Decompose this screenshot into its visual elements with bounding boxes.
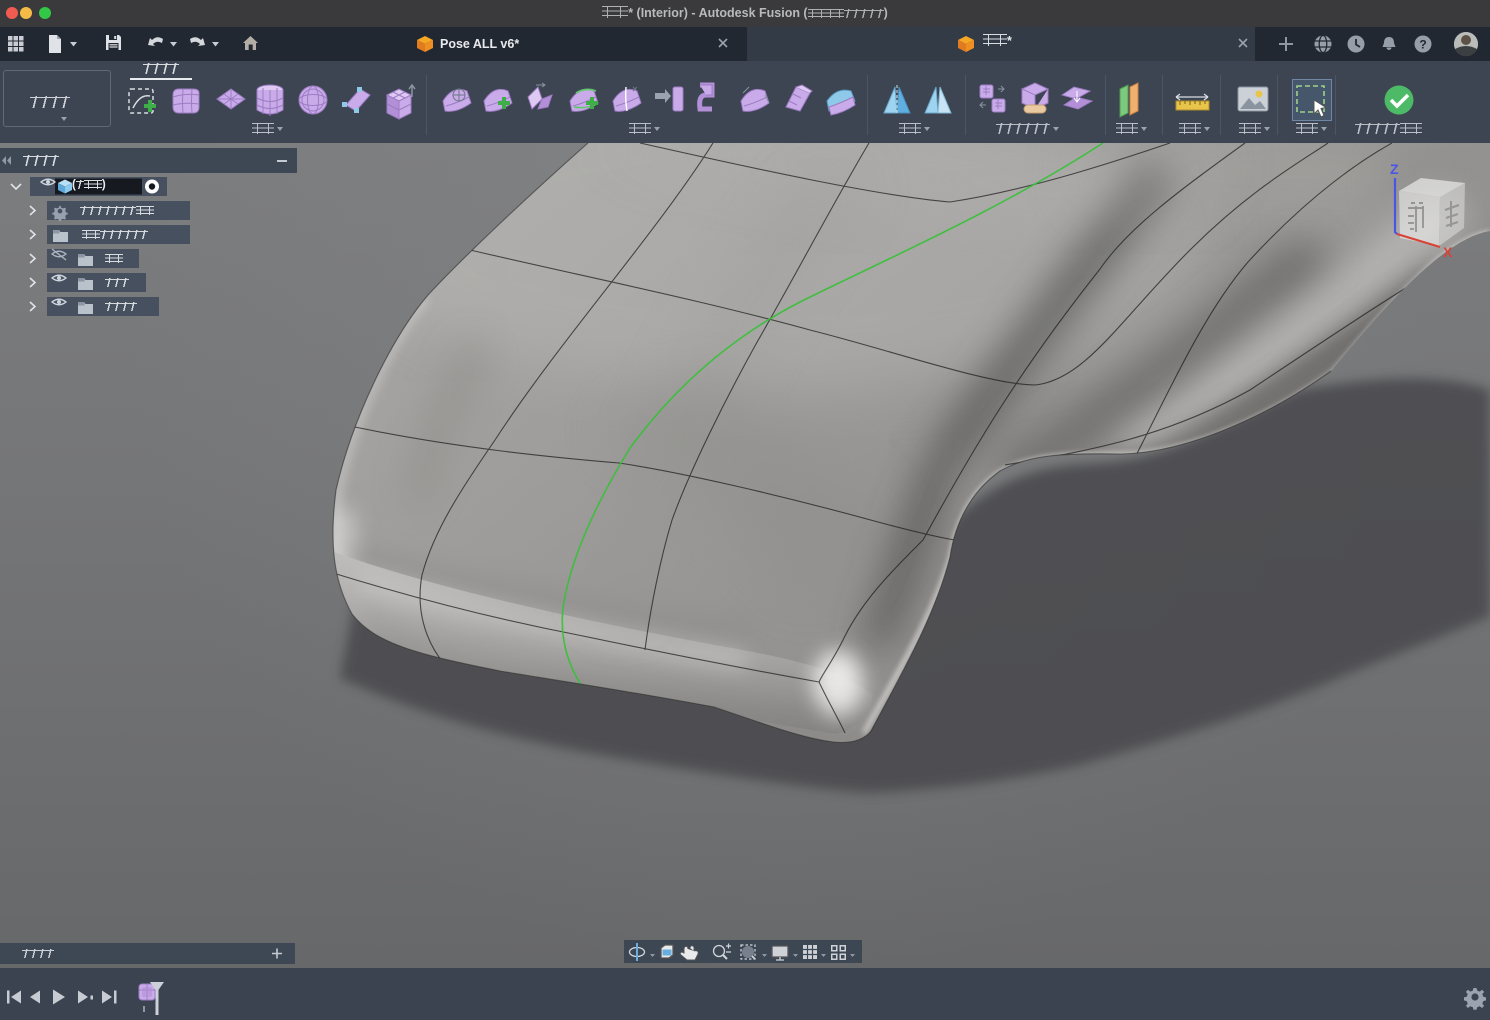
svg-text:Z: Z <box>1390 161 1399 177</box>
svg-text:X: X <box>1443 244 1453 260</box>
svg-text:?: ? <box>1419 38 1426 52</box>
